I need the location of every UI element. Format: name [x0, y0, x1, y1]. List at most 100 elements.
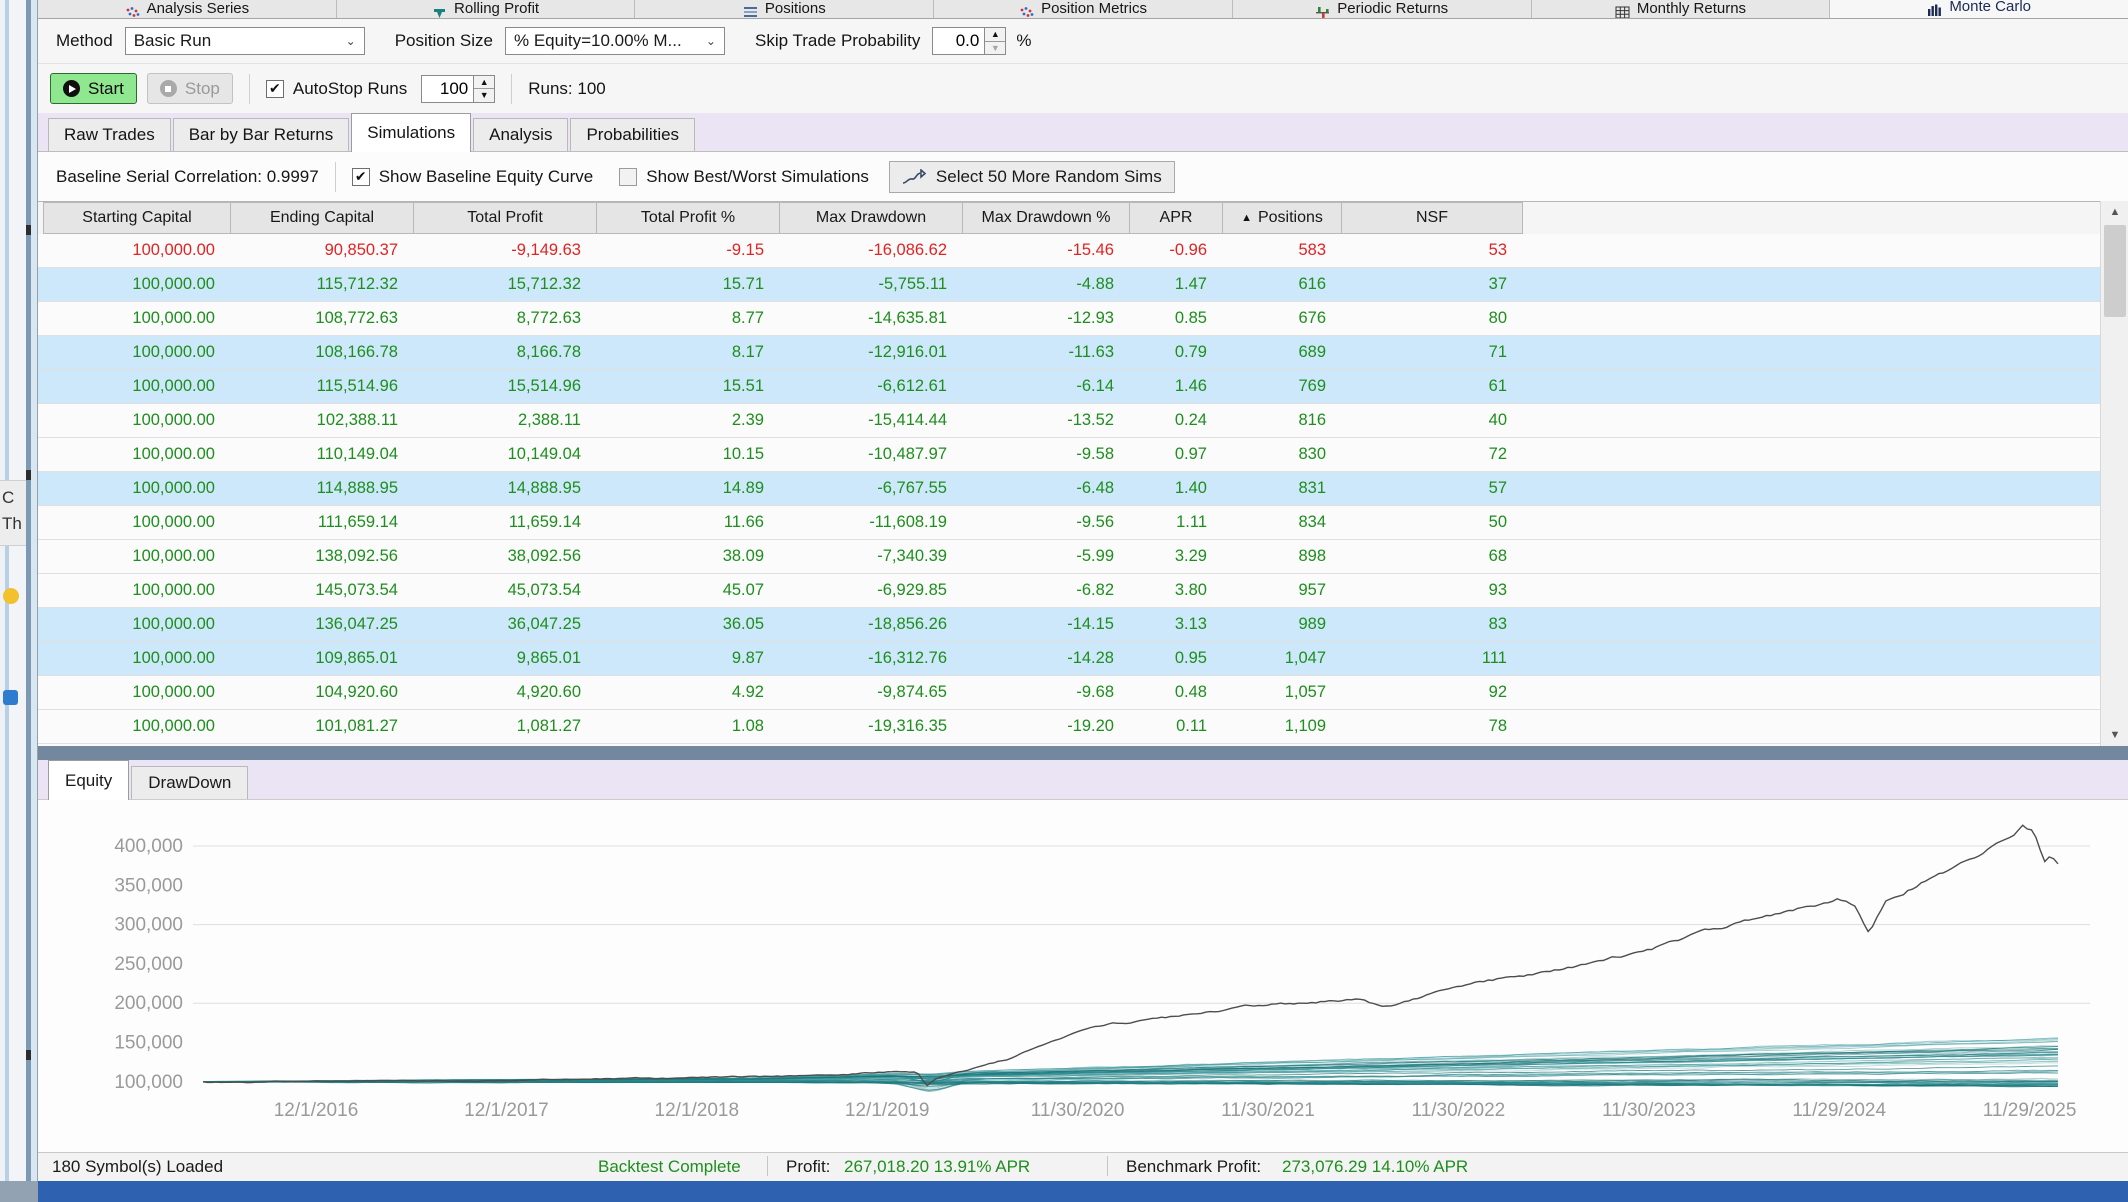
- table-row[interactable]: 100,000.00136,047.2536,047.2536.05-18,85…: [38, 608, 2100, 642]
- cell-max-drawdown: -16,312.76: [780, 642, 963, 675]
- cell-total-profit: 2.39: [597, 404, 780, 437]
- cell-max-drawdown: -7,340.39: [780, 540, 963, 573]
- x-axis-tick-label: 12/1/2019: [845, 1100, 930, 1121]
- autostop-runs-input[interactable]: [421, 75, 473, 103]
- spinner-down-icon[interactable]: ▼: [985, 41, 1005, 55]
- list-icon: [743, 6, 758, 19]
- row-filler: [1523, 676, 2100, 709]
- select-more-sims-button[interactable]: Select 50 More Random Sims: [889, 161, 1175, 193]
- column-header-total-profit[interactable]: Total Profit %: [597, 202, 780, 234]
- table-row[interactable]: 100,000.00104,920.604,920.604.92-9,874.6…: [38, 676, 2100, 710]
- table-row[interactable]: 100,000.00101,081.271,081.271.08-19,316.…: [38, 710, 2100, 744]
- top-tab-positions[interactable]: Positions: [635, 0, 934, 18]
- top-tab-label: Rolling Profit: [454, 0, 539, 17]
- cell-total-profit: 8.77: [597, 302, 780, 335]
- column-header-total-profit[interactable]: Total Profit: [414, 202, 597, 234]
- column-header-positions[interactable]: ▲ Positions: [1223, 202, 1342, 234]
- column-header-max-drawdown[interactable]: Max Drawdown: [780, 202, 963, 234]
- stop-button[interactable]: Stop: [147, 73, 233, 104]
- x-axis-tick-label: 11/30/2020: [1031, 1100, 1125, 1121]
- top-tab-bar: Analysis Series Rolling Profit Positions Po…: [38, 0, 2128, 19]
- sort-ascending-icon: ▲: [1241, 212, 1252, 224]
- table-row[interactable]: 100,000.00110,149.0410,149.0410.15-10,48…: [38, 438, 2100, 472]
- table-row[interactable]: 100,000.00108,166.788,166.788.17-12,916.…: [38, 336, 2100, 370]
- table-row[interactable]: 100,000.00109,865.019,865.019.87-16,312.…: [38, 642, 2100, 676]
- table-row[interactable]: 100,000.00115,712.3215,712.3215.71-5,755…: [38, 268, 2100, 302]
- baseline-correlation-label: Baseline Serial Correlation: 0.9997: [56, 167, 319, 187]
- top-tab-analysis-series[interactable]: Analysis Series: [38, 0, 337, 18]
- table-row[interactable]: 100,000.00115,514.9615,514.9615.51-6,612…: [38, 370, 2100, 404]
- equity-chart: 400,000350,000300,000250,000200,000150,0…: [38, 800, 2128, 1148]
- table-row[interactable]: 100,000.00102,388.112,388.112.39-15,414.…: [38, 404, 2100, 438]
- spinner-up-icon[interactable]: ▲: [985, 28, 1005, 41]
- x-axis-tick-label: 12/1/2018: [655, 1100, 740, 1121]
- scrollbar-down-icon[interactable]: ▼: [2101, 724, 2128, 746]
- top-tab-monthly-returns[interactable]: Monthly Returns: [1532, 0, 1831, 18]
- cell-ending-capital: 108,166.78: [231, 336, 414, 369]
- cell-max-drawdown: -14.15: [963, 608, 1130, 641]
- column-header-max-drawdown[interactable]: Max Drawdown %: [963, 202, 1130, 234]
- table-row[interactable]: 100,000.00138,092.5638,092.5638.09-7,340…: [38, 540, 2100, 574]
- cell-positions: 831: [1223, 472, 1342, 505]
- tab-probabilities[interactable]: Probabilities: [570, 118, 695, 151]
- bar-chart-icon: [1927, 4, 1942, 17]
- top-tab-label: Position Metrics: [1041, 0, 1147, 17]
- cell-total-profit: 1.08: [597, 710, 780, 743]
- tab-bar-by-bar-returns[interactable]: Bar by Bar Returns: [173, 118, 350, 151]
- background-tick: [26, 225, 31, 235]
- cell-starting-capital: 100,000.00: [43, 336, 231, 369]
- top-tab-periodic-returns[interactable]: Periodic Returns: [1233, 0, 1532, 18]
- chart-tab-equity[interactable]: Equity: [48, 760, 129, 800]
- cell-nsf: 61: [1342, 370, 1523, 403]
- cell-max-drawdown: -19,316.35: [780, 710, 963, 743]
- cell-max-drawdown: -4.88: [963, 268, 1130, 301]
- top-tab-position-metrics[interactable]: Position Metrics: [934, 0, 1233, 18]
- column-header-nsf[interactable]: NSF: [1342, 202, 1523, 234]
- autostop-runs-spinner[interactable]: ▲ ▼: [421, 75, 495, 103]
- spinner-up-icon[interactable]: ▲: [474, 76, 494, 89]
- cell-max-drawdown: -9.56: [963, 506, 1130, 539]
- row-filler: [1523, 336, 2100, 369]
- top-tab-monte-carlo[interactable]: Monte Carlo: [1830, 0, 2128, 18]
- table-row[interactable]: 100,000.0090,850.37-9,149.63-9.15-16,086…: [38, 234, 2100, 268]
- simulation-options-row: Baseline Serial Correlation: 0.9997 ✔ Sh…: [38, 152, 2128, 201]
- column-header-ending-capital[interactable]: Ending Capital: [231, 202, 414, 234]
- symbols-loaded-status: 180 Symbol(s) Loaded: [52, 1157, 223, 1177]
- cell-positions: 816: [1223, 404, 1342, 437]
- table-row[interactable]: 100,000.00108,772.638,772.638.77-14,635.…: [38, 302, 2100, 336]
- scrollbar-up-icon[interactable]: ▲: [2101, 201, 2128, 223]
- chart-tab-drawdown[interactable]: DrawDown: [131, 766, 248, 799]
- skip-trade-input[interactable]: [932, 27, 984, 55]
- splitter-bar[interactable]: [38, 746, 2128, 760]
- table-row[interactable]: 100,000.00145,073.5445,073.5445.07-6,929…: [38, 574, 2100, 608]
- start-button[interactable]: Start: [50, 73, 137, 104]
- skip-trade-spinner[interactable]: ▲ ▼: [932, 27, 1006, 55]
- column-header-apr[interactable]: APR: [1130, 202, 1223, 234]
- separator: [1107, 1156, 1108, 1176]
- tab-raw-trades[interactable]: Raw Trades: [48, 118, 171, 151]
- parameters-toolbar: Method Basic Run ⌄ Position Size % Equit…: [38, 19, 2128, 64]
- spinner-down-icon[interactable]: ▼: [474, 88, 494, 102]
- show-bestworst-checkbox[interactable]: ✔: [619, 168, 637, 186]
- table-scrollbar[interactable]: ▲ ▼: [2100, 201, 2128, 746]
- column-header-label: Positions: [1258, 209, 1323, 227]
- cell-total-profit: 10.15: [597, 438, 780, 471]
- scrollbar-thumb[interactable]: [2104, 225, 2126, 317]
- runs-count-label: Runs: 100: [528, 79, 606, 99]
- top-tab-rolling-profit[interactable]: Rolling Profit: [337, 0, 636, 18]
- cell-ending-capital: 104,920.60: [231, 676, 414, 709]
- tab-analysis[interactable]: Analysis: [473, 118, 568, 151]
- tab-simulations[interactable]: Simulations: [351, 113, 471, 152]
- method-dropdown[interactable]: Basic Run ⌄: [125, 27, 365, 55]
- position-size-dropdown[interactable]: % Equity=10.00% M... ⌄: [505, 27, 725, 55]
- row-filler: [1523, 472, 2100, 505]
- autostop-checkbox[interactable]: ✔: [266, 80, 284, 98]
- table-row[interactable]: 100,000.00114,888.9514,888.9514.89-6,767…: [38, 472, 2100, 506]
- cell-max-drawdown: -12.93: [963, 302, 1130, 335]
- cell-total-profit: 9,865.01: [414, 642, 597, 675]
- cell-starting-capital: 100,000.00: [43, 302, 231, 335]
- column-header-starting-capital[interactable]: Starting Capital: [43, 202, 231, 234]
- table-row[interactable]: 100,000.00111,659.1411,659.1411.66-11,60…: [38, 506, 2100, 540]
- show-baseline-checkbox[interactable]: ✔: [352, 168, 370, 186]
- cell-total-profit: 2,388.11: [414, 404, 597, 437]
